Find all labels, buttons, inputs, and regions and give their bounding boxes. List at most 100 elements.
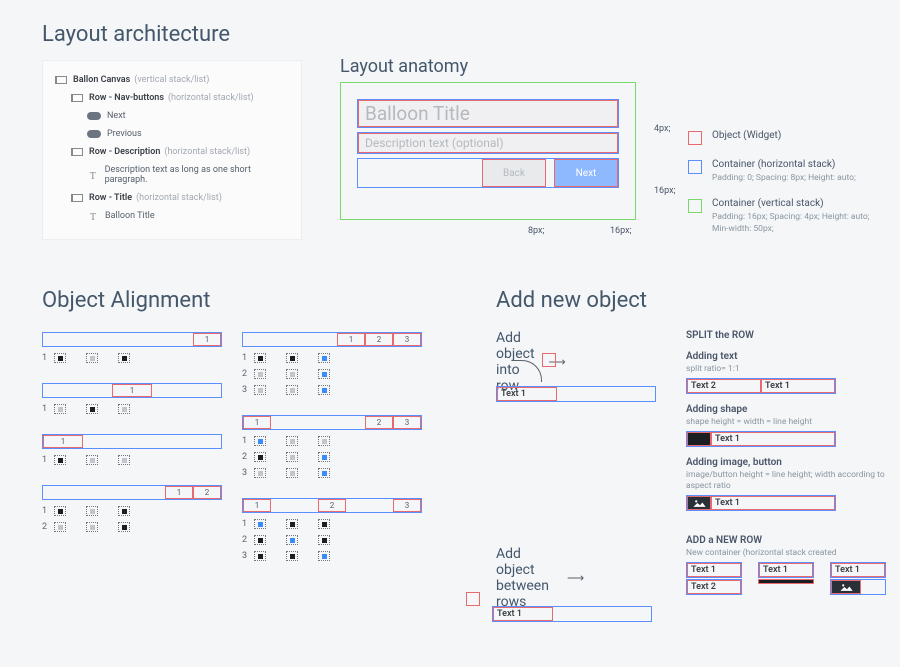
align-glyph — [54, 404, 66, 414]
tree-label: Row - Title — [89, 193, 132, 203]
text-icon: T — [87, 171, 99, 179]
align-cell: 2 — [193, 486, 221, 499]
stack-icon — [71, 94, 83, 102]
align-distributed: 1 2 3 1 2 3 — [242, 498, 422, 563]
align-cell: 1 — [43, 435, 83, 448]
legend-object: Object (Widget) — [688, 130, 878, 145]
tree-row-canvas[interactable]: Ballon Canvas (vertical stack/list) — [55, 71, 289, 89]
align-glyph — [118, 404, 130, 414]
align-right-single: 1 1 — [42, 332, 222, 365]
layer-tree-panel: Ballon Canvas (vertical stack/list) Row … — [42, 60, 302, 240]
align-glyph — [86, 455, 98, 465]
align-glyph — [86, 404, 98, 414]
stack-icon — [71, 148, 83, 156]
legend-container-h: Container (horizontal stack) Padding: 0;… — [688, 159, 878, 184]
heading-add-new-object: Add new object — [496, 288, 647, 313]
align-split-123: 1 23 1 2 3 — [242, 415, 422, 480]
heading-object-alignment: Object Alignment — [42, 288, 210, 313]
back-button[interactable]: Back — [482, 159, 546, 187]
swatch-hstack — [688, 160, 702, 174]
heading-layout-architecture: Layout architecture — [42, 22, 230, 47]
anatomy-title-widget: Balloon Title — [358, 100, 618, 127]
tree-label: Row - Description — [89, 147, 160, 157]
tree-label: Ballon Canvas — [73, 75, 130, 85]
anatomy-vertical-stack: Balloon Title Description text (optional… — [340, 82, 636, 220]
adding-image-row: Text 1 — [686, 495, 836, 511]
align-glyph — [86, 353, 98, 363]
shape-box — [687, 432, 711, 446]
align-three-right: 123 1 2 3 — [242, 332, 422, 397]
arrow-right-icon: ⟶ — [567, 571, 584, 585]
legend-label: Container (vertical stack) Padding: 16px… — [712, 198, 878, 236]
newrow-text-col: Text 1 Text 2 — [686, 562, 742, 605]
sub-between-rows: Add object between rows — [496, 546, 549, 610]
tree-row-title-text[interactable]: T Balloon Title — [55, 207, 289, 225]
mini-row: Text 1 — [496, 386, 656, 402]
tree-label: Description text as long as one short pa… — [105, 165, 289, 185]
align-cell: 1 — [193, 333, 221, 346]
tree-label: Previous — [107, 129, 142, 139]
tree-row-next[interactable]: Next — [55, 107, 289, 125]
align-glyph — [54, 455, 66, 465]
tree-row-desc-text[interactable]: T Description text as long as one short … — [55, 161, 289, 189]
adding-shape-sub: shape height = width = line height — [686, 417, 886, 427]
next-button[interactable]: Next — [554, 159, 618, 187]
rownum: 1 — [42, 353, 54, 363]
tree-label: Row - Nav-buttons — [89, 93, 164, 103]
button-icon — [87, 112, 101, 120]
adding-text-row: Text 2 Text 1 — [686, 378, 836, 394]
align-cell: 1 — [165, 486, 193, 499]
anatomy-row-desc: Description text (optional) — [357, 132, 619, 154]
align-glyph — [54, 353, 66, 363]
add-new-row-head: ADD a NEW ROW — [686, 535, 886, 546]
nav-spacer — [358, 159, 474, 187]
adding-text-sub: split ratio= 1:1 — [686, 364, 886, 374]
tree-sublabel: (vertical stack/list) — [134, 75, 209, 85]
adding-text-head: Adding text — [686, 351, 886, 362]
legend-label: Container (horizontal stack) Padding: 0;… — [712, 159, 856, 184]
adding-image-head: Adding image, button — [686, 457, 886, 468]
tree-row-nav[interactable]: Row - Nav-buttons (horizontal stack/list… — [55, 89, 289, 107]
tree-sublabel: (horizontal stack/list) — [136, 193, 222, 203]
tree-sublabel: (horizontal stack/list) — [168, 93, 254, 103]
tree-sublabel: (horizontal stack/list) — [164, 147, 250, 157]
image-icon — [687, 496, 711, 510]
tree-row-desc[interactable]: Row - Description (horizontal stack/list… — [55, 143, 289, 161]
newrow-shape-col: Text 1 — [758, 562, 814, 584]
cell-text1: Text 1 — [761, 379, 835, 393]
dim-16px: 16px; — [654, 186, 675, 196]
button-icon — [87, 130, 101, 138]
tree-row-title[interactable]: Row - Title (horizontal stack/list) — [55, 189, 289, 207]
image-icon — [831, 580, 861, 594]
mini-text1: Text 1 — [493, 607, 553, 621]
swatch-object — [688, 131, 702, 145]
new-container-sub: New container (horizontal stack created — [686, 548, 886, 558]
legend-label: Object (Widget) — [712, 130, 781, 143]
dim-8px: 8px; — [528, 226, 544, 236]
cell-text1: Text 1 — [711, 496, 835, 510]
legend-container-v: Container (vertical stack) Padding: 16px… — [688, 198, 878, 236]
align-right-tworow: 12 1 2 — [42, 485, 222, 534]
align-glyph — [118, 455, 130, 465]
stack-icon — [71, 194, 83, 202]
drop-square[interactable] — [542, 353, 556, 367]
align-left-single: 1 1 — [42, 434, 222, 467]
anatomy-row-nav: Back Next — [357, 158, 619, 188]
cell-text2: Text 2 — [687, 379, 761, 393]
adding-shape-row: Text 1 — [686, 431, 836, 447]
text-icon: T — [87, 212, 99, 220]
tree-row-previous[interactable]: Previous — [55, 125, 289, 143]
drop-square[interactable] — [466, 592, 480, 606]
adding-shape-head: Adding shape — [686, 404, 886, 415]
tree-label: Next — [107, 111, 126, 121]
split-row-head: SPLIT the ROW — [686, 330, 886, 341]
align-center-single: 1 1 — [42, 383, 222, 416]
addnew-right-col: SPLIT the ROW Adding text split ratio= 1… — [686, 330, 886, 605]
cell-text1: Text 1 — [711, 432, 835, 446]
anatomy-desc-widget: Description text (optional) — [358, 133, 618, 153]
swatch-vstack — [688, 199, 702, 213]
stack-icon — [55, 76, 67, 84]
legend: Object (Widget) Container (horizontal st… — [688, 130, 878, 250]
align-glyph — [118, 353, 130, 363]
newrow-shape — [758, 579, 814, 584]
